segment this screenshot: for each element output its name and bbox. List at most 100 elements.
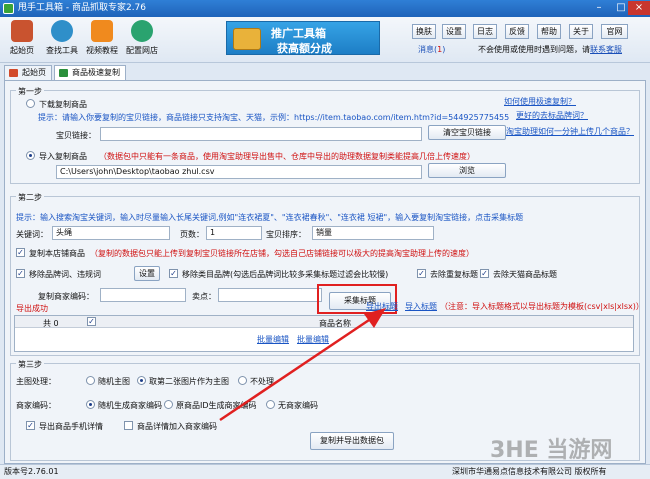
table-count-header: 共 0 xyxy=(43,319,59,328)
promo-banner[interactable]: 推广工具箱 获高额分成 xyxy=(226,21,380,55)
help-link-upload[interactable]: 淘宝助理如何一分钟上传几个商品？ xyxy=(506,126,634,137)
step3-title: 第三步 xyxy=(16,359,44,370)
keyword-label: 关键词： xyxy=(16,230,48,239)
home-icon xyxy=(9,69,18,77)
remove-category-brand-label: 移除类目品牌(勾选后品牌词比较多采集标题过滤会比较慢) xyxy=(182,270,389,279)
keyword-input[interactable]: 头绳 xyxy=(52,226,170,240)
step2-title: 第二步 xyxy=(16,192,44,203)
copy-store-checkbox[interactable]: ✓ xyxy=(16,248,25,257)
messages-link[interactable]: 消息(1) xyxy=(418,44,445,55)
banner-line2: 获高额分成 xyxy=(277,42,332,55)
toolbar-find-tools-button[interactable]: 查找工具 xyxy=(44,20,80,62)
copy-export-button[interactable]: 复制并导出数据包 xyxy=(310,432,394,450)
about-button[interactable]: 关于 xyxy=(569,24,593,39)
version-label: 版本号2.76.01 xyxy=(4,467,59,476)
window-title-bar: 甩手工具箱 - 商品抓取专家2.76 xyxy=(0,0,650,17)
file-path-input[interactable]: C:\Users\john\Desktop\taobao zhul.csv xyxy=(56,165,422,179)
arrow-line xyxy=(219,314,376,422)
home-icon xyxy=(11,20,33,42)
remove-category-brand-checkbox[interactable]: ✓ xyxy=(169,269,178,278)
sort-label: 宝贝排序： xyxy=(266,230,306,239)
toolbar-home-label: 起始页 xyxy=(10,46,34,55)
export-mobile-detail-label: 导出商品手机详情 xyxy=(39,422,103,431)
browse-button[interactable]: 浏览 xyxy=(428,163,506,178)
item-link-label: 宝贝链接： xyxy=(56,131,96,140)
import-copy-tip: （数据包中只能有一条商品，使用淘宝助理导出售中、仓库中导出的助理数据复制类能提高… xyxy=(99,152,475,161)
random-image-radio[interactable] xyxy=(86,376,95,385)
status-bar: 版本号2.76.01 深圳市华通易点信息技术有限公司 版权所有 xyxy=(0,464,650,479)
download-copy-label: 下载复制商品 xyxy=(39,100,87,109)
step2-tip: 提示：输入搜索淘宝关键词，输入时尽量输入长尾关键词,例如"连衣裙夏"、"连衣裙春… xyxy=(16,213,524,222)
toolbar-video-label: 视频教程 xyxy=(86,46,118,55)
item-link-input[interactable] xyxy=(100,127,422,141)
copy-store-label: 复制本店铺商品 xyxy=(29,249,85,258)
remove-tmall-checkbox[interactable]: ✓ xyxy=(480,269,489,278)
sort-select-value: 销量 xyxy=(316,228,332,237)
skin-button[interactable]: 换肤 xyxy=(412,24,436,39)
remove-brand-checkbox[interactable]: ✓ xyxy=(16,269,25,278)
log-button[interactable]: 日志 xyxy=(473,24,497,39)
feedback-button[interactable]: 反馈 xyxy=(505,24,529,39)
step1-tip: 提示：请输入你要复制的宝贝链接，商品链接只支持淘宝、天猫，示例：https://… xyxy=(38,113,510,122)
download-copy-radio[interactable] xyxy=(26,99,35,108)
red-arrow-annotation xyxy=(219,308,386,422)
toolbar-store-config-label: 配置网店 xyxy=(126,46,158,55)
merchant-code-label: 复制商家编码： xyxy=(38,292,94,301)
gear-icon xyxy=(131,20,153,42)
import-copy-label: 导入复制商品 xyxy=(39,152,87,161)
toolbar-home-button[interactable]: 起始页 xyxy=(6,20,38,62)
random-code-label: 随机生成商家编码 xyxy=(98,401,162,410)
settings-button[interactable]: 设置 xyxy=(442,24,466,39)
brand-settings-button[interactable]: 设置 xyxy=(134,266,160,281)
website-button[interactable]: 官网 xyxy=(601,24,628,39)
select-all-checkbox[interactable]: ✓ xyxy=(87,317,96,326)
pages-label: 页数： xyxy=(180,230,204,239)
export-status: 导出成功 xyxy=(16,304,48,313)
app-icon xyxy=(3,3,14,14)
clear-link-button[interactable]: 清空宝贝链接 xyxy=(428,125,506,140)
add-code-detail-checkbox[interactable] xyxy=(124,421,133,430)
banner-line1: 推广工具箱 xyxy=(271,27,326,40)
image-processing-label: 主图处理： xyxy=(16,377,56,386)
toolbar-store-config-button[interactable]: 配置网店 xyxy=(124,20,160,62)
remove-tmall-label: 去除天猫商品标题 xyxy=(493,270,557,279)
window-title: 甩手工具箱 - 商品抓取专家2.76 xyxy=(18,3,147,13)
help-button[interactable]: 帮助 xyxy=(537,24,561,39)
copy-icon xyxy=(59,69,68,77)
import-title-link[interactable]: 导入标题 xyxy=(405,301,437,312)
minimize-icon[interactable]: – xyxy=(588,1,610,15)
help-link-fast-copy[interactable]: 如何使用极速复制？ xyxy=(504,96,576,107)
second-image-radio[interactable] xyxy=(137,376,146,385)
tab-fast-copy[interactable]: 商品极速复制 xyxy=(54,65,126,80)
watermark: 3HE 当游网 xyxy=(490,438,613,463)
import-note: （注意：导入标题格式以导出标题为模板(csv|xls|xlsx)） xyxy=(440,302,644,311)
search-icon xyxy=(51,20,73,42)
close-icon[interactable]: × xyxy=(628,1,650,15)
contact-support-link[interactable]: 联系客服 xyxy=(590,45,622,54)
company-label: 深圳市华通易点信息技术有限公司 版权所有 xyxy=(452,467,607,476)
sort-select[interactable]: 销量 xyxy=(312,226,434,240)
random-image-label: 随机主图 xyxy=(98,377,130,386)
toolbar-video-button[interactable]: 视频教程 xyxy=(84,20,120,62)
tab-start-page[interactable]: 起始页 xyxy=(4,65,52,80)
messages-label: 消息( xyxy=(418,45,438,54)
import-copy-radio[interactable] xyxy=(26,151,35,160)
arrow-head xyxy=(364,308,386,328)
random-code-radio[interactable] xyxy=(86,400,95,409)
remove-duplicate-label: 去除重复标题 xyxy=(430,270,478,279)
toolbar-find-tools-label: 查找工具 xyxy=(46,46,78,55)
support-hint: 不会使用或使用时遇到问题，请联系客服 xyxy=(478,44,622,55)
remove-brand-label: 移除品牌词、违规词 xyxy=(29,270,101,279)
remove-duplicate-checkbox[interactable]: ✓ xyxy=(417,269,426,278)
pages-input[interactable]: 1 xyxy=(206,226,262,240)
messages-close-paren: ) xyxy=(442,45,446,54)
export-mobile-detail-checkbox[interactable]: ✓ xyxy=(26,421,35,430)
merchant-code-mode-label: 商家编码： xyxy=(16,401,56,410)
support-hint-text: 不会使用或使用时遇到问题，请 xyxy=(478,45,590,54)
help-link-remove-brand[interactable]: 更好的去标品牌词？ xyxy=(516,110,588,121)
step1-title: 第一步 xyxy=(16,86,44,97)
tab-fast-copy-label: 商品极速复制 xyxy=(72,68,120,77)
original-id-code-radio[interactable] xyxy=(164,400,173,409)
play-icon xyxy=(91,20,113,42)
merchant-code-input[interactable] xyxy=(100,288,186,302)
